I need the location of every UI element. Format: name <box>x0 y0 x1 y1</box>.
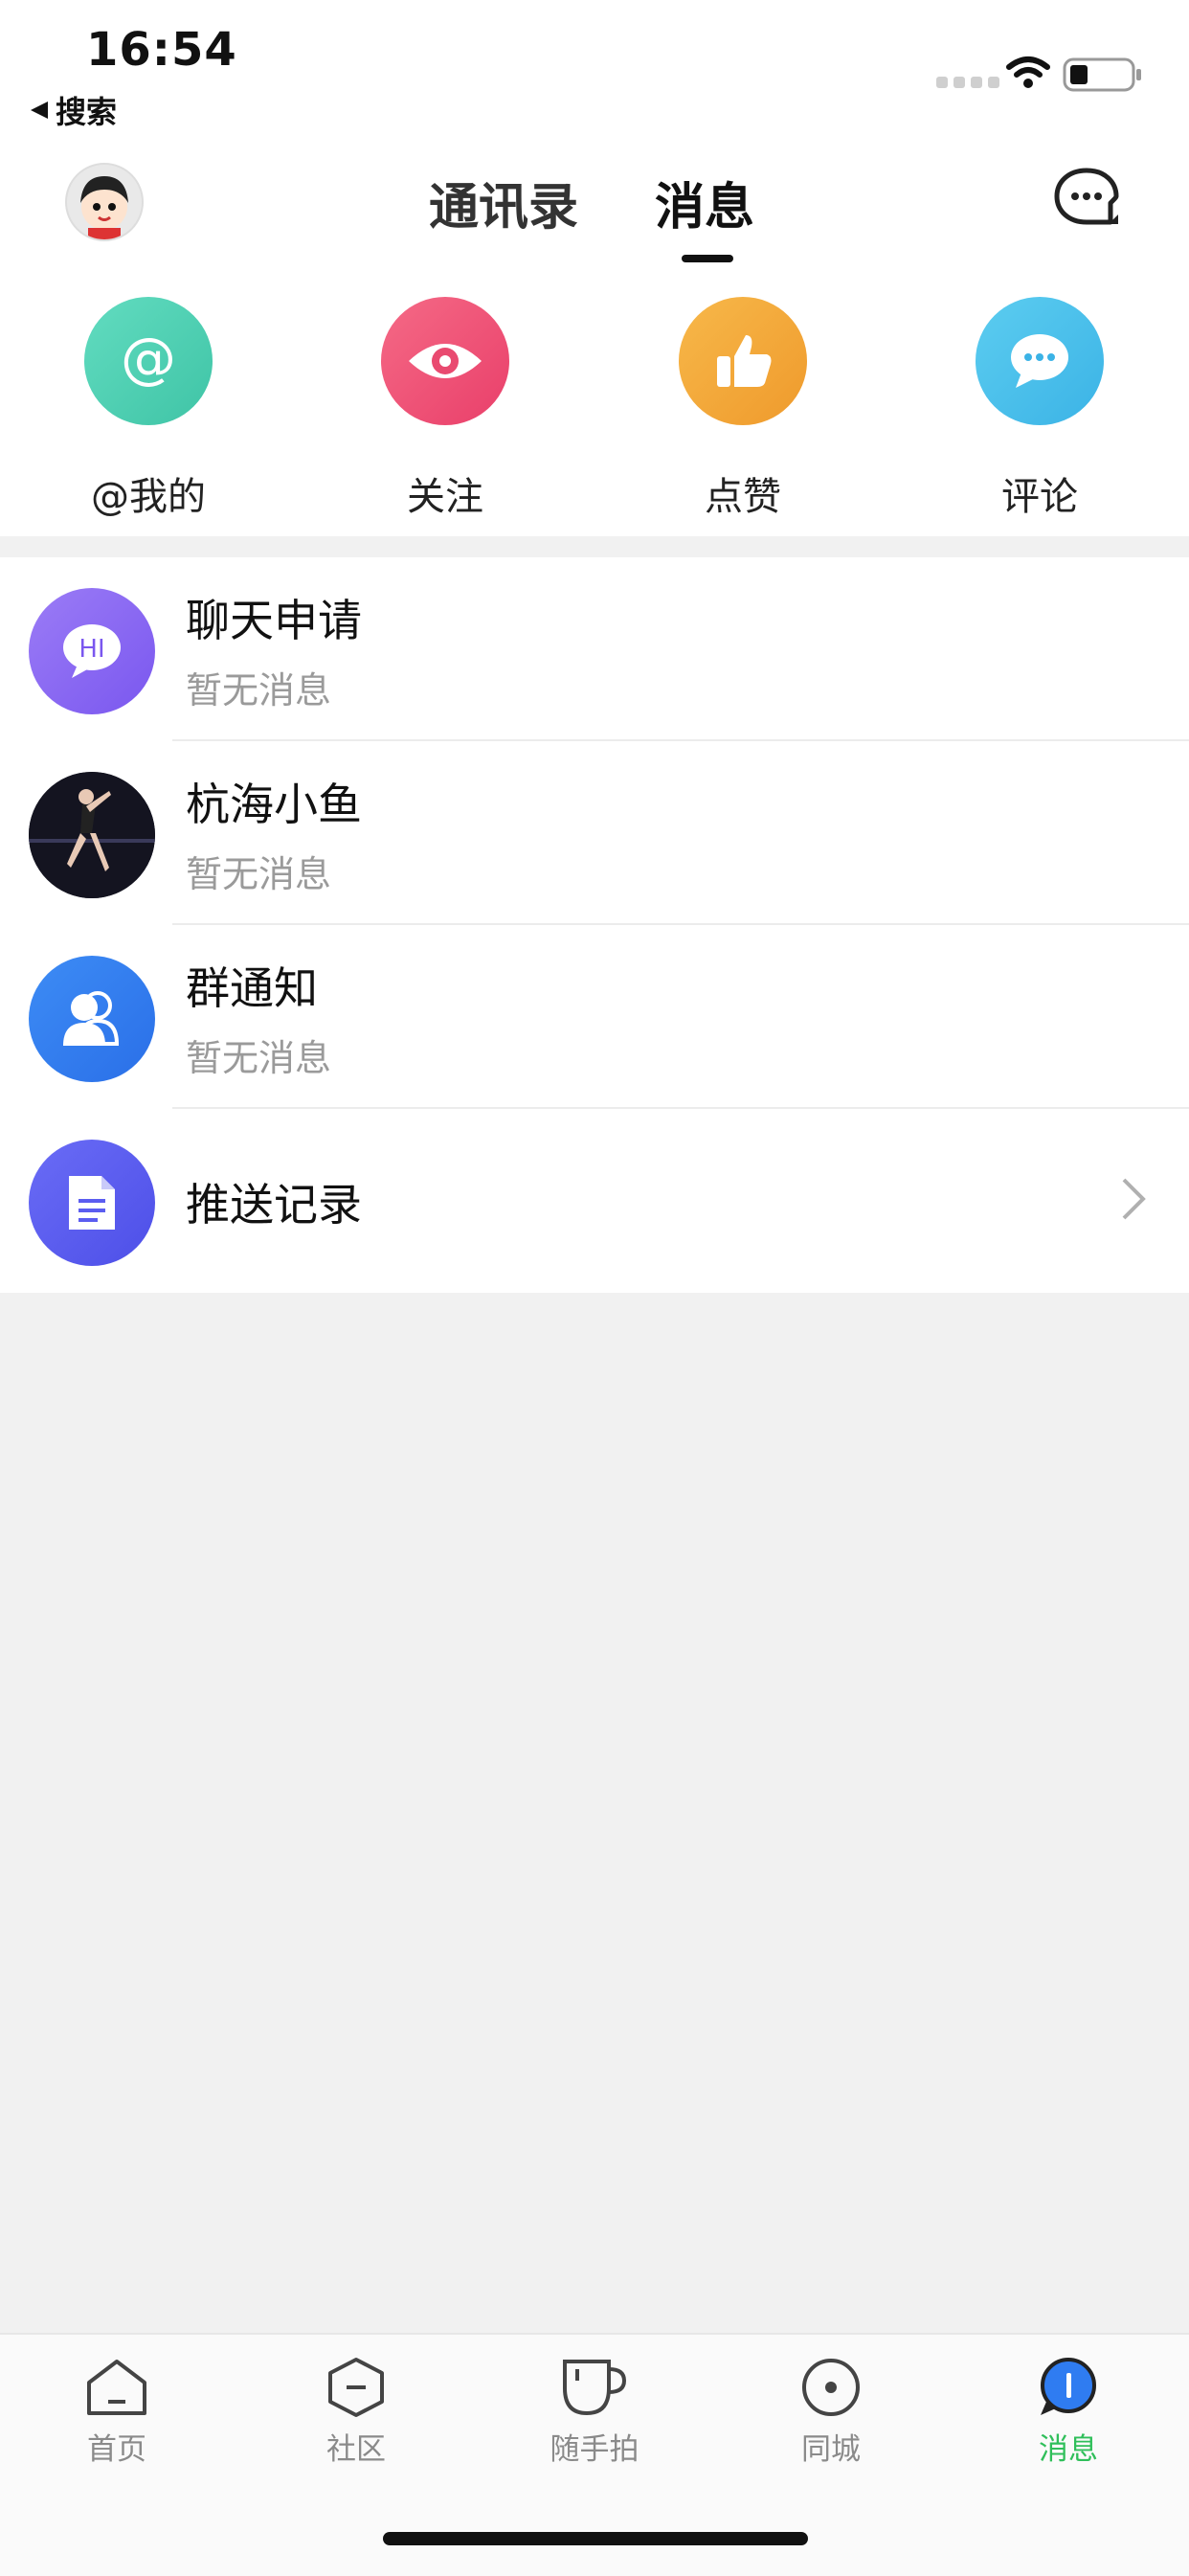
list-item-hanghai-xiaoyu[interactable]: 杭海小鱼 暂无消息 <box>0 741 1189 925</box>
message-icon <box>1041 2358 1096 2415</box>
tab-label: 随手拍 <box>550 2432 639 2467</box>
tab-messages-bottom[interactable]: 消息 <box>982 2356 1155 2468</box>
list-item-title: 群通知 <box>186 962 318 1014</box>
quick-action-label: 评论 <box>1001 475 1078 519</box>
back-label: 搜索 <box>56 94 118 130</box>
comment-icon <box>976 297 1104 425</box>
list-item-subtitle: 暂无消息 <box>186 669 332 712</box>
tab-messages[interactable]: 消息 <box>655 167 754 238</box>
svg-text:HI: HI <box>79 635 104 664</box>
list-item-subtitle: 暂无消息 <box>186 853 332 895</box>
quick-action-at-me[interactable]: @ @我的 <box>67 297 230 521</box>
tab-label: 首页 <box>87 2432 146 2467</box>
quick-action-label: 点赞 <box>705 475 781 519</box>
tab-home[interactable]: 首页 <box>31 2356 203 2468</box>
list-item-group-notice[interactable]: 群通知 暂无消息 <box>0 925 1189 1109</box>
list-item-title: 推送记录 <box>186 1179 362 1231</box>
hi-bubble-icon: HI <box>29 588 155 714</box>
list-item-chat-request[interactable]: HI 聊天申请 暂无消息 <box>0 557 1189 741</box>
thumbs-up-icon <box>679 297 807 425</box>
cup-icon <box>563 2360 627 2416</box>
quick-action-follow[interactable]: 关注 <box>364 297 527 521</box>
cellular-signal-icon <box>936 77 999 88</box>
community-icon <box>328 2358 384 2417</box>
back-triangle-icon <box>31 102 48 119</box>
eye-icon <box>381 297 509 425</box>
user-avatar <box>80 176 128 239</box>
chevron-right-icon <box>1122 1178 1146 1220</box>
document-icon <box>29 1140 155 1266</box>
wifi-icon <box>1006 56 1050 88</box>
home-icon <box>87 2360 146 2415</box>
location-circle-icon <box>802 2359 860 2416</box>
at-icon: @ <box>84 297 213 425</box>
back-to-search-link[interactable]: 搜索 <box>29 88 117 132</box>
svg-text:@: @ <box>121 328 176 391</box>
active-tab-indicator <box>682 255 733 262</box>
user-photo <box>29 772 155 898</box>
quick-action-comment[interactable]: 评论 <box>958 297 1121 521</box>
chat-bubble-icon[interactable] <box>1051 165 1122 232</box>
tab-community[interactable]: 社区 <box>270 2356 442 2468</box>
message-list: HI 聊天申请 暂无消息 杭海小鱼 暂无消息 群通知 暂无消息 推送记录 <box>0 557 1189 1293</box>
list-item-title: 杭海小鱼 <box>186 779 362 830</box>
home-indicator <box>383 2532 808 2545</box>
quick-action-label: @我的 <box>91 475 206 519</box>
tab-label: 消息 <box>1039 2432 1098 2467</box>
profile-avatar[interactable] <box>65 163 144 241</box>
group-icon <box>29 956 155 1082</box>
tab-label: 同城 <box>801 2432 861 2467</box>
list-item-push-history[interactable]: 推送记录 <box>0 1109 1189 1293</box>
tab-label: 社区 <box>326 2432 386 2467</box>
list-item-title: 聊天申请 <box>186 595 362 646</box>
tab-snapshot[interactable]: 随手拍 <box>508 2356 681 2468</box>
status-time: 16:54 <box>86 23 237 77</box>
tab-nearby[interactable]: 同城 <box>745 2356 917 2468</box>
quick-action-label: 关注 <box>407 475 483 519</box>
list-item-subtitle: 暂无消息 <box>186 1037 332 1079</box>
quick-action-like[interactable]: 点赞 <box>662 297 824 521</box>
battery-icon <box>1063 57 1141 92</box>
tab-contacts[interactable]: 通讯录 <box>429 167 578 238</box>
